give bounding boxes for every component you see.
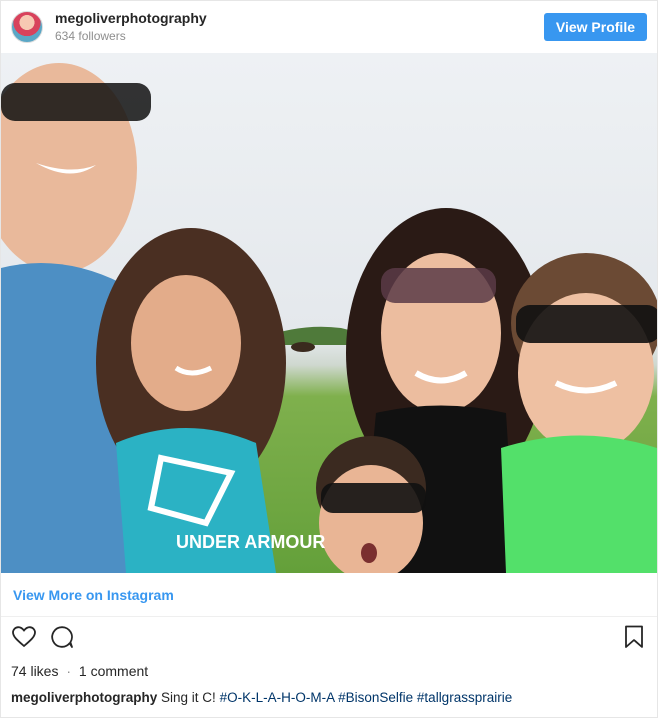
stats-separator: · — [66, 663, 72, 679]
avatar[interactable] — [11, 11, 43, 43]
bookmark-icon[interactable] — [621, 624, 647, 650]
likes-count[interactable]: 74 likes — [11, 663, 58, 679]
post-stats: 74 likes · 1 comment — [1, 657, 657, 679]
shirt-text: UNDER ARMOUR — [176, 532, 325, 552]
hashtag-link[interactable]: #BisonSelfie — [338, 690, 413, 705]
heart-icon[interactable] — [11, 624, 37, 650]
comment-icon[interactable] — [49, 624, 75, 650]
caption: megoliverphotography Sing it C! #O-K-L-A… — [1, 679, 657, 705]
view-more-link[interactable]: View More on Instagram — [1, 573, 657, 617]
caption-text: Sing it C! — [161, 690, 216, 705]
post-photo[interactable]: UNDER ARMOUR — [1, 53, 657, 573]
post-header: megoliverphotography 634 followers View … — [1, 1, 657, 53]
hashtag-link[interactable]: #tallgrassprairie — [417, 690, 512, 705]
username-link[interactable]: megoliverphotography — [55, 10, 544, 27]
followers-count: 634 followers — [55, 29, 126, 44]
hashtag-link[interactable]: #O-K-L-A-H-O-M-A — [220, 690, 335, 705]
family-selfie-illustration: UNDER ARMOUR — [1, 63, 657, 573]
user-info: megoliverphotography 634 followers — [55, 10, 544, 43]
instagram-embed: megoliverphotography 634 followers View … — [0, 0, 658, 718]
caption-username[interactable]: megoliverphotography — [11, 690, 157, 705]
view-profile-button[interactable]: View Profile — [543, 13, 647, 41]
action-bar — [1, 617, 657, 657]
comments-count[interactable]: 1 comment — [79, 663, 148, 679]
